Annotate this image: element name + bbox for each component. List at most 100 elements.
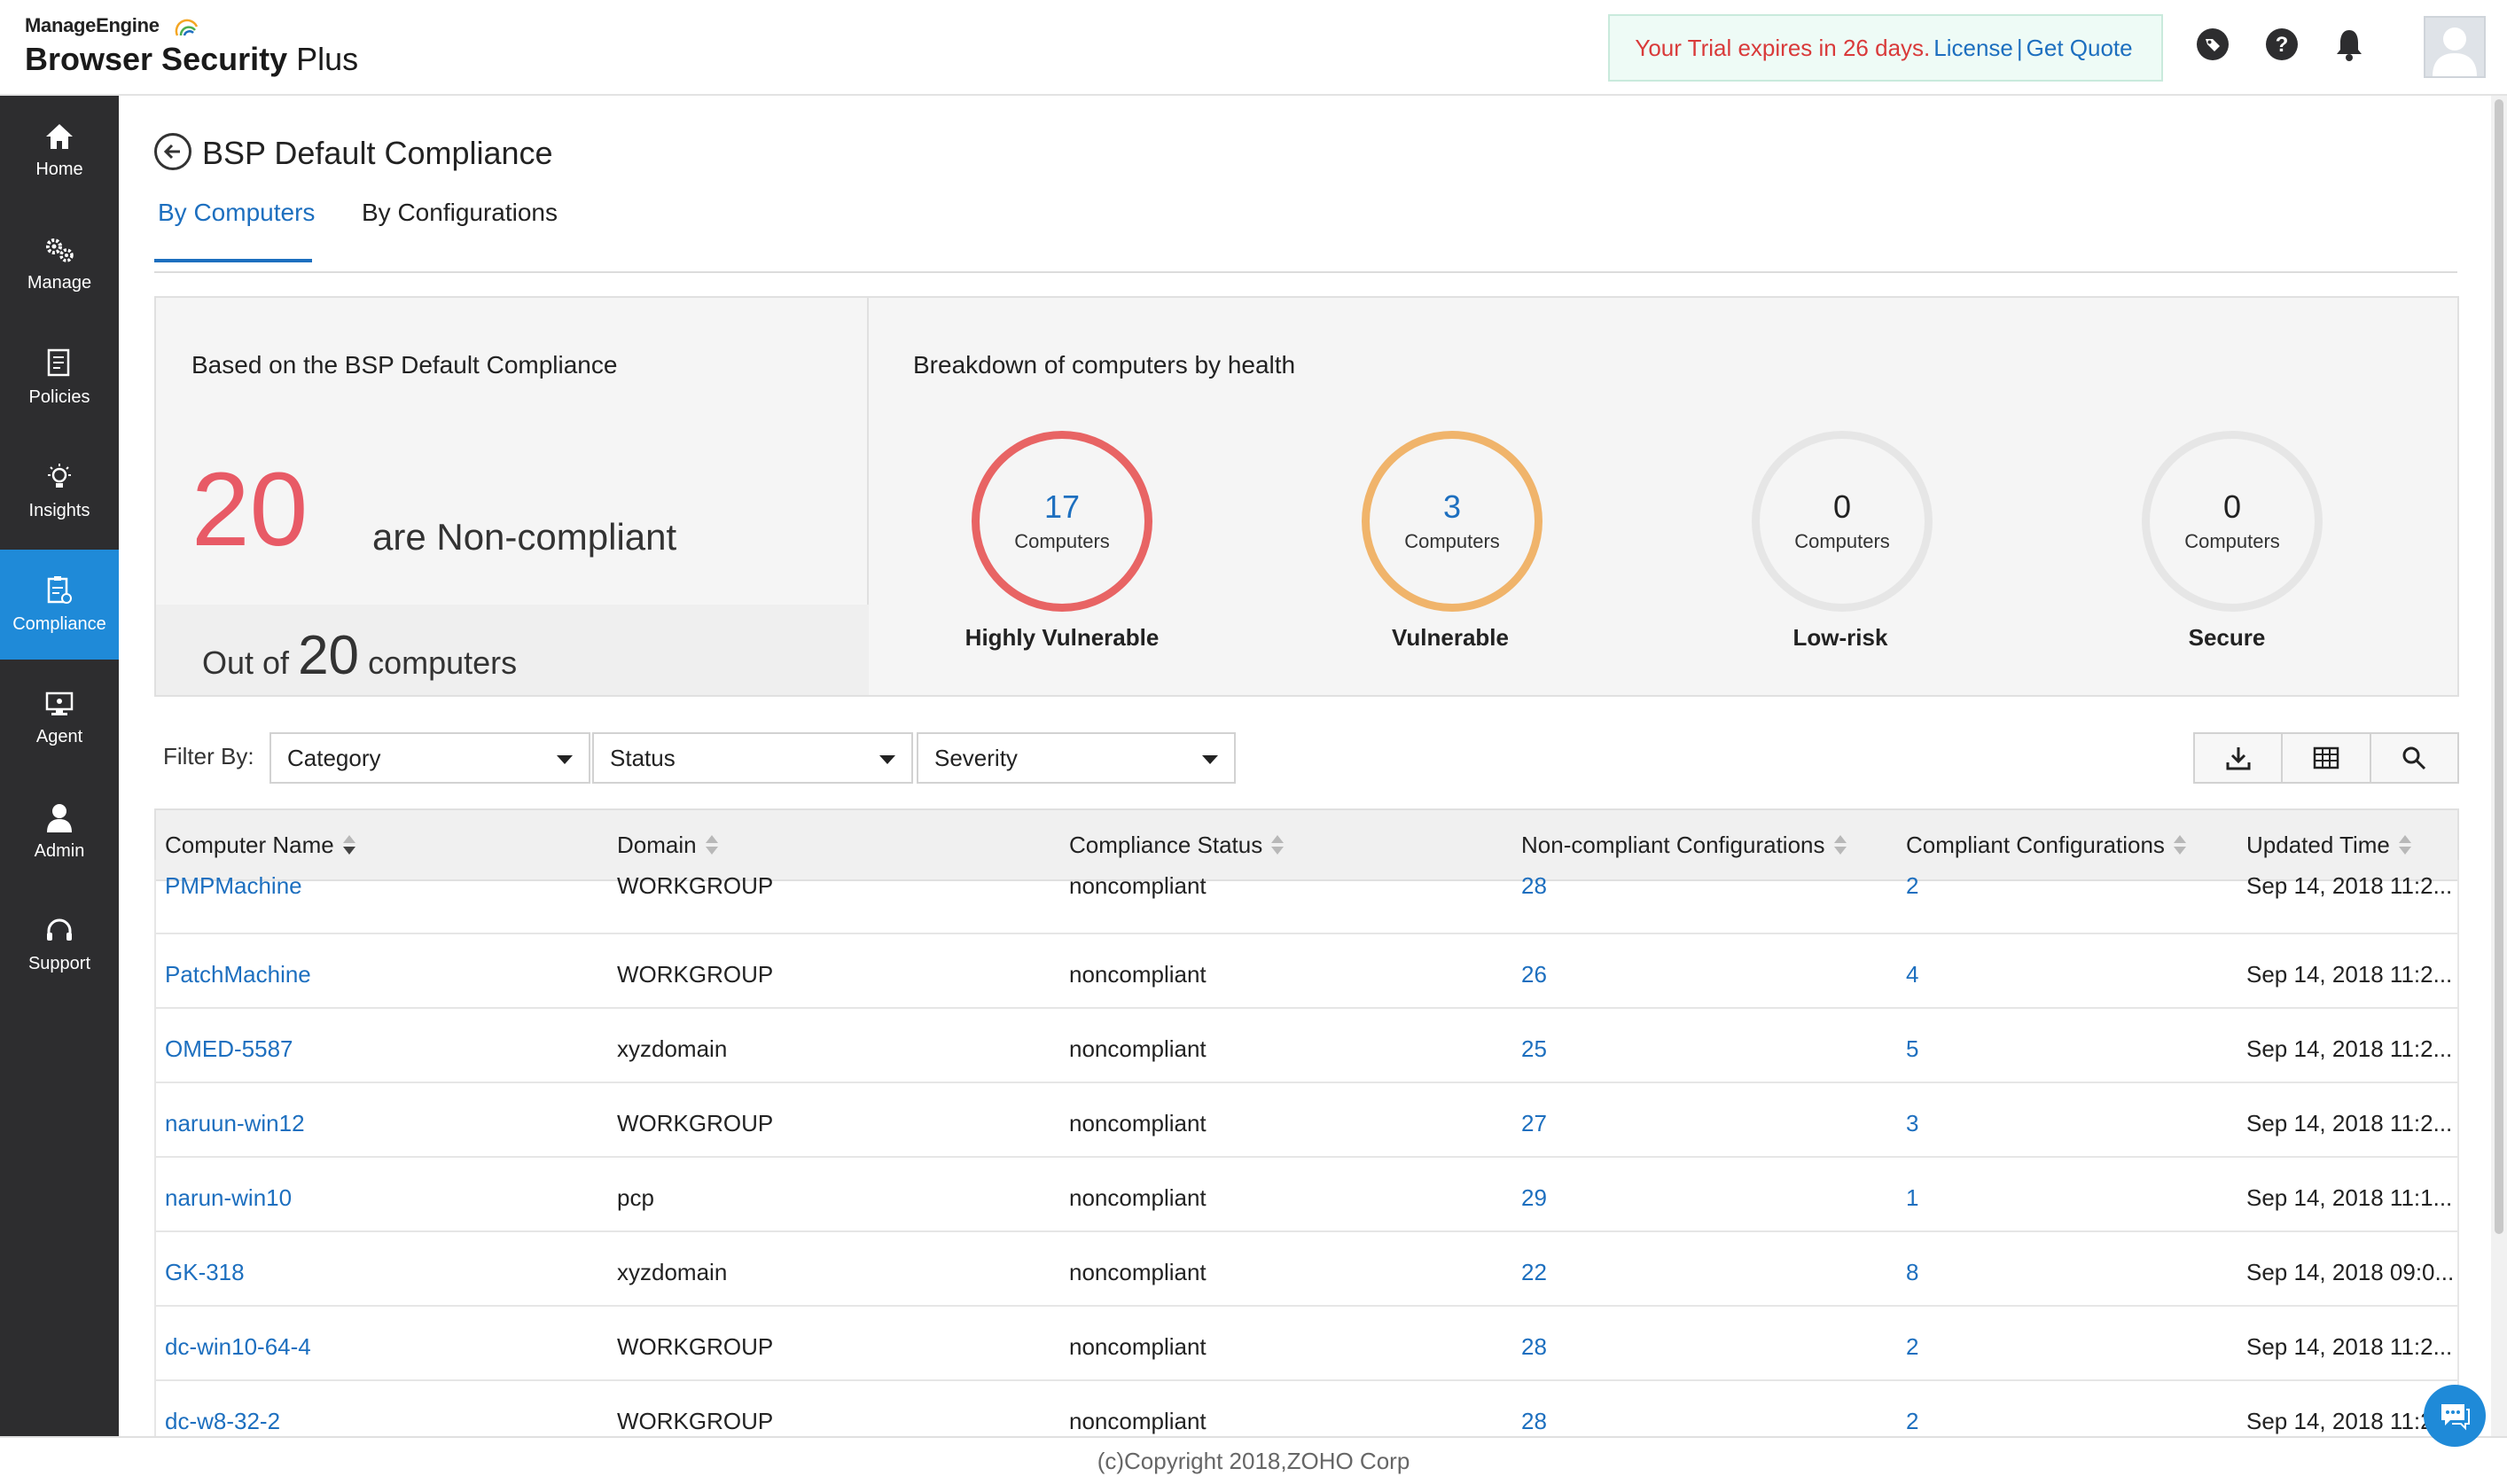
computer-name-link[interactable]: PMPMachine: [165, 872, 302, 900]
export-button[interactable]: [2195, 734, 2284, 782]
brand-product-bold: Browser Security: [25, 41, 288, 77]
compliant-count-link[interactable]: 2: [1906, 1408, 1918, 1435]
get-quote-link[interactable]: Get Quote: [2027, 35, 2133, 62]
compliant-count-link[interactable]: 2: [1906, 1333, 1918, 1361]
noncompliant-count-link[interactable]: 25: [1521, 1035, 1547, 1063]
scrollbar-thumb[interactable]: [2495, 99, 2503, 1234]
highly-vulnerable-ring[interactable]: 17 Computers: [972, 431, 1152, 612]
compliant-count-link[interactable]: 3: [1906, 1110, 1918, 1137]
table-row[interactable]: dc-w8-32-2 WORKGROUP noncompliant 28 2 S…: [154, 1381, 2459, 1436]
status-select[interactable]: Status: [592, 732, 913, 784]
license-link[interactable]: License: [1933, 35, 2013, 62]
compliant-count-link[interactable]: 5: [1906, 1035, 1918, 1063]
tag-icon[interactable]: [2193, 25, 2232, 64]
trial-separator: |: [2016, 34, 2023, 61]
domain-cell: WORKGROUP: [617, 1333, 774, 1360]
computer-name-link[interactable]: narun-win10: [165, 1184, 292, 1212]
chevron-down-icon: [1202, 755, 1218, 764]
tab-by-computers[interactable]: By Computers: [158, 199, 315, 227]
column-header-updated-time[interactable]: Updated Time: [2246, 832, 2411, 859]
ring-caption: Computers: [2184, 529, 2280, 552]
status-cell: noncompliant: [1069, 872, 1207, 899]
noncompliant-count-link[interactable]: 27: [1521, 1110, 1547, 1137]
vulnerable-ring[interactable]: 3 Computers: [1362, 431, 1542, 612]
search-button[interactable]: [2371, 734, 2457, 782]
domain-cell: WORKGROUP: [617, 961, 774, 988]
status-cell: noncompliant: [1069, 1408, 1207, 1434]
sort-icon[interactable]: [342, 834, 355, 856]
sort-icon[interactable]: [2173, 834, 2186, 856]
computer-name-link[interactable]: dc-win10-64-4: [165, 1333, 311, 1361]
column-header-noncompliant-configurations[interactable]: Non-compliant Configurations: [1521, 832, 1847, 859]
computer-name-link[interactable]: naruun-win12: [165, 1110, 305, 1137]
bell-icon[interactable]: [2330, 25, 2369, 64]
main-content: BSP Default Compliance By Computers By C…: [119, 96, 2495, 1436]
sidebar-item-agent[interactable]: Agent: [0, 663, 119, 773]
category-select[interactable]: Category: [269, 732, 590, 784]
domain-cell: pcp: [617, 1184, 654, 1211]
compliant-count-link[interactable]: 4: [1906, 961, 1918, 988]
sidebar-item-label: Admin: [34, 840, 85, 861]
table-row[interactable]: OMED-5587 xyzdomain noncompliant 25 5 Se…: [154, 1009, 2459, 1083]
breakdown-title: Breakdown of computers by health: [913, 351, 1296, 379]
noncompliant-count[interactable]: 20: [191, 457, 308, 562]
table-row[interactable]: PMPMachine WORKGROUP noncompliant 28 2 S…: [154, 860, 2459, 934]
vertical-scrollbar[interactable]: [2491, 96, 2507, 1436]
sort-icon[interactable]: [1271, 834, 1285, 856]
sort-icon[interactable]: [1833, 834, 1847, 856]
noncompliant-count-link[interactable]: 22: [1521, 1259, 1547, 1286]
computers-table: Computer Name Domain Compliance Status N…: [154, 808, 2459, 1436]
tab-by-configurations[interactable]: By Configurations: [362, 199, 558, 227]
brand-logo[interactable]: ManageEngine Browser Security Plus: [25, 14, 358, 78]
sidebar-item-admin[interactable]: Admin: [0, 777, 119, 886]
severity-select[interactable]: Severity: [917, 732, 1236, 784]
domain-cell: WORKGROUP: [617, 1110, 774, 1136]
help-icon[interactable]: ?: [2262, 25, 2301, 64]
table-row[interactable]: PatchMachine WORKGROUP noncompliant 26 4…: [154, 934, 2459, 1009]
noncompliance-summary: Based on the BSP Default Compliance 20 a…: [156, 298, 869, 695]
sort-icon[interactable]: [705, 834, 718, 856]
trial-banner: Your Trial expires in 26 days. License |…: [1608, 14, 2163, 82]
sidebar-item-support[interactable]: Support: [0, 890, 119, 1000]
sidebar-item-compliance[interactable]: Compliance: [0, 550, 119, 660]
columns-button[interactable]: [2283, 734, 2371, 782]
computer-name-link[interactable]: PatchMachine: [165, 961, 311, 988]
user-avatar[interactable]: [2424, 16, 2486, 78]
column-header-compliant-configurations[interactable]: Compliant Configurations: [1906, 832, 2186, 859]
computer-name-link[interactable]: OMED-5587: [165, 1035, 293, 1063]
compliant-count-link[interactable]: 8: [1906, 1259, 1918, 1286]
sidebar-item-home[interactable]: Home: [0, 96, 119, 206]
column-header-domain[interactable]: Domain: [617, 832, 718, 859]
column-header-computer-name[interactable]: Computer Name: [165, 832, 355, 859]
table-row[interactable]: GK-318 xyzdomain noncompliant 22 8 Sep 1…: [154, 1232, 2459, 1307]
sort-icon[interactable]: [2398, 834, 2411, 856]
table-row[interactable]: dc-win10-64-4 WORKGROUP noncompliant 28 …: [154, 1307, 2459, 1381]
compliant-count-link[interactable]: 2: [1906, 872, 1918, 900]
table-row[interactable]: naruun-win12 WORKGROUP noncompliant 27 3…: [154, 1083, 2459, 1158]
noncompliant-count-link[interactable]: 28: [1521, 1408, 1547, 1435]
status-cell: noncompliant: [1069, 1110, 1207, 1136]
sidebar-item-manage[interactable]: Manage: [0, 209, 119, 319]
compliant-count-link[interactable]: 1: [1906, 1184, 1918, 1212]
sidebar-item-insights[interactable]: Insights: [0, 436, 119, 546]
back-button[interactable]: [154, 133, 191, 170]
out-of-suffix: computers: [368, 644, 518, 681]
computer-name-link[interactable]: dc-w8-32-2: [165, 1408, 280, 1435]
compliance-icon: [47, 575, 72, 604]
status-cell: noncompliant: [1069, 1035, 1207, 1062]
table-row[interactable]: narun-win10 pcp noncompliant 29 1 Sep 14…: [154, 1158, 2459, 1232]
computer-name-link[interactable]: GK-318: [165, 1259, 245, 1286]
noncompliant-label: are Non-compliant: [372, 516, 677, 558]
noncompliant-count-link[interactable]: 26: [1521, 961, 1547, 988]
low-risk-ring[interactable]: 0 Computers: [1752, 431, 1933, 612]
noncompliant-count-link[interactable]: 28: [1521, 1333, 1547, 1361]
column-header-compliance-status[interactable]: Compliance Status: [1069, 832, 1285, 859]
noncompliant-count-link[interactable]: 28: [1521, 872, 1547, 900]
chat-button[interactable]: [2424, 1385, 2486, 1447]
secure-ring[interactable]: 0 Computers: [2142, 431, 2323, 612]
trial-text: Your Trial expires in 26 days.: [1635, 34, 1931, 61]
sidebar-item-policies[interactable]: Policies: [0, 323, 119, 433]
sidebar-item-label: Policies: [28, 387, 90, 407]
noncompliant-count-link[interactable]: 29: [1521, 1184, 1547, 1212]
updated-time-cell: Sep 14, 2018 09:0...: [2246, 1259, 2455, 1285]
